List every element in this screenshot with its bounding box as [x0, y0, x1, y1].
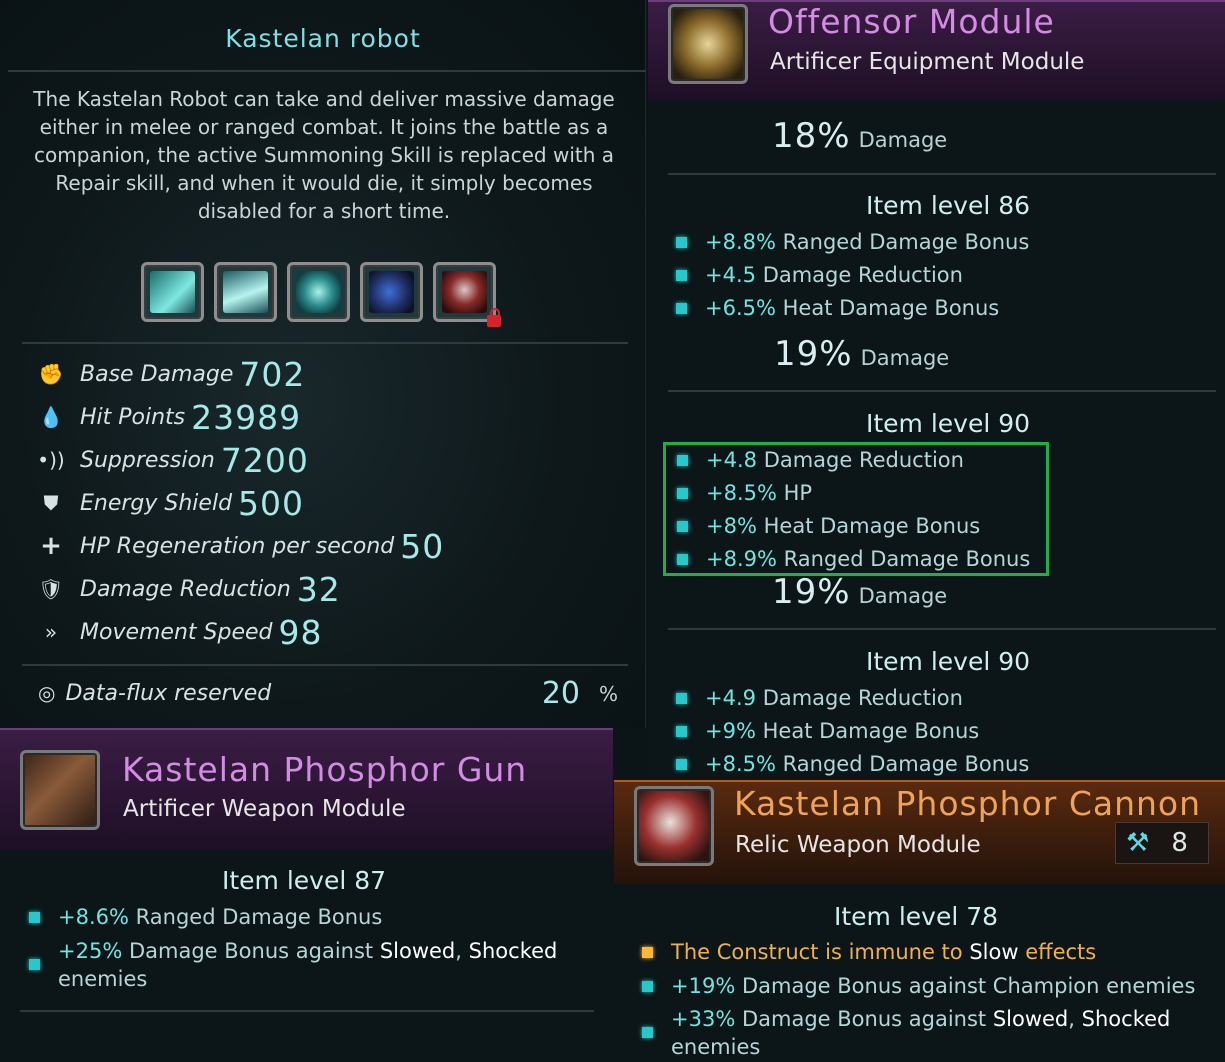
damage-label: Damage [858, 584, 948, 608]
speed-icon: » [44, 620, 58, 644]
skill-slot-4[interactable] [360, 262, 423, 322]
item-level-heading: Item level 90 [866, 409, 1031, 438]
bonus-line: +8.6% Ranged Damage Bonus [29, 903, 382, 931]
stat-label: Damage Reduction [80, 576, 291, 602]
offensor-header: Offensor Module Artificer Equipment Modu… [648, 0, 1225, 100]
item-level-heading: Item level 90 [866, 647, 1031, 676]
hammer-icon: ⚒ [1126, 828, 1150, 858]
data-flux-unit: % [598, 682, 618, 706]
data-flux-icon: ◎ [38, 681, 56, 705]
gun-title: Kastelan Phosphor Gun [122, 750, 528, 789]
fist-icon: ✊ [38, 362, 64, 386]
stat-hit-points: 💧 Hit Points 23989 [36, 397, 301, 437]
stat-label: Hit Points [80, 404, 186, 430]
item-level-heading: Item level 78 [834, 902, 999, 931]
bonus-line: +33% Damage Bonus against Slowed, Shocke… [642, 1005, 1202, 1061]
divider [20, 1010, 594, 1012]
stat-label: Suppression [80, 447, 215, 473]
plus-icon: + [40, 531, 62, 561]
stat-value: 50 [400, 526, 445, 566]
bonus-line: +8.8% Ranged Damage Bonus [676, 228, 1029, 256]
stat-label: HP Regeneration per second [80, 533, 395, 559]
damage-line: 19% Damage [774, 334, 949, 374]
phosphor-cannon-icon [634, 786, 714, 866]
stat-movement-speed: » Movement Speed 98 [36, 612, 323, 652]
stat-base-damage: ✊ Base Damage 702 [36, 354, 305, 394]
damage-percent: 19% [772, 572, 851, 612]
bonus-line: +19% Damage Bonus against Champion enemi… [642, 972, 1195, 1000]
stat-value: 98 [278, 612, 323, 652]
drop-icon: 💧 [38, 405, 64, 429]
stat-value: 23989 [191, 397, 302, 437]
stat-value: 500 [238, 483, 305, 523]
highlight-box [663, 442, 1049, 576]
stat-damage-reduction: 🛡 Damage Reduction 32 [36, 569, 341, 609]
skill-row [141, 262, 501, 327]
damage-line: 18% Damage [772, 116, 947, 156]
data-flux-label: Data-flux reserved [65, 680, 272, 706]
stat-hp-regen: + HP Regeneration per second 50 [36, 526, 444, 566]
divider [22, 664, 628, 666]
damage-percent: 19% [774, 334, 853, 374]
skill-slot-5-locked[interactable] [433, 262, 501, 327]
stat-value: 7200 [220, 440, 309, 480]
robot-panel: Kastelan robot The Kastelan Robot can ta… [0, 0, 646, 728]
data-flux-row: ◎ Data-flux reserved 20 % [38, 675, 618, 711]
bonus-line: +4.9 Damage Reduction [676, 684, 963, 712]
skill-slot-1[interactable] [141, 262, 204, 322]
shield-icon: ⛊ [43, 491, 59, 515]
damage-percent: 18% [772, 116, 851, 156]
divider [668, 628, 1216, 630]
data-flux-value: 20 [541, 675, 580, 711]
stat-energy-shield: ⛊ Energy Shield 500 [36, 483, 304, 523]
stat-label: Energy Shield [80, 490, 233, 516]
module-count-badge: ⚒ 8 [1115, 822, 1209, 864]
divider [8, 70, 646, 72]
robot-title: Kastelan robot [225, 24, 421, 53]
item-level-heading: Item level 87 [222, 866, 387, 895]
divider [668, 390, 1216, 392]
robot-description: The Kastelan Robot can take and deliver … [33, 87, 615, 223]
stat-suppression: •)) Suppression 7200 [36, 440, 309, 480]
offensor-module-icon [668, 4, 748, 84]
damage-label: Damage [858, 128, 948, 152]
cannon-subtitle: Relic Weapon Module [735, 832, 981, 858]
bonus-line: +9% Heat Damage Bonus [676, 717, 979, 745]
bonus-line: +25% Damage Bonus against Slowed, Shocke… [29, 937, 589, 993]
damage-line: 19% Damage [772, 572, 947, 612]
divider [668, 173, 1216, 175]
stat-label: Movement Speed [80, 619, 273, 645]
offensor-subtitle: Artificer Equipment Module [770, 49, 1085, 75]
phosphor-gun-icon [20, 750, 100, 830]
stat-value: 32 [296, 569, 341, 609]
skill-slot-3[interactable] [287, 262, 350, 322]
suppression-icon: •)) [37, 448, 65, 472]
bonus-line: +4.5 Damage Reduction [676, 261, 963, 289]
gun-subtitle: Artificer Weapon Module [123, 796, 406, 822]
module-count: 8 [1171, 828, 1188, 858]
bonus-line: +8.5% Ranged Damage Bonus [676, 750, 1029, 778]
gun-header: Kastelan Phosphor Gun Artificer Weapon M… [0, 728, 613, 850]
stat-value: 702 [239, 354, 306, 394]
cannon-title: Kastelan Phosphor Cannon [734, 784, 1202, 823]
damage-label: Damage [860, 346, 950, 370]
item-level-heading: Item level 86 [866, 191, 1031, 220]
bonus-line: The Construct is immune to Slow effects [642, 938, 1096, 966]
skill-slot-2[interactable] [214, 262, 277, 322]
bonus-line: +6.5% Heat Damage Bonus [676, 294, 999, 322]
lock-icon [487, 308, 501, 327]
stat-label: Base Damage [80, 361, 234, 387]
armor-shield-icon: 🛡 [38, 577, 64, 601]
offensor-title: Offensor Module [768, 2, 1055, 41]
divider [22, 342, 628, 344]
